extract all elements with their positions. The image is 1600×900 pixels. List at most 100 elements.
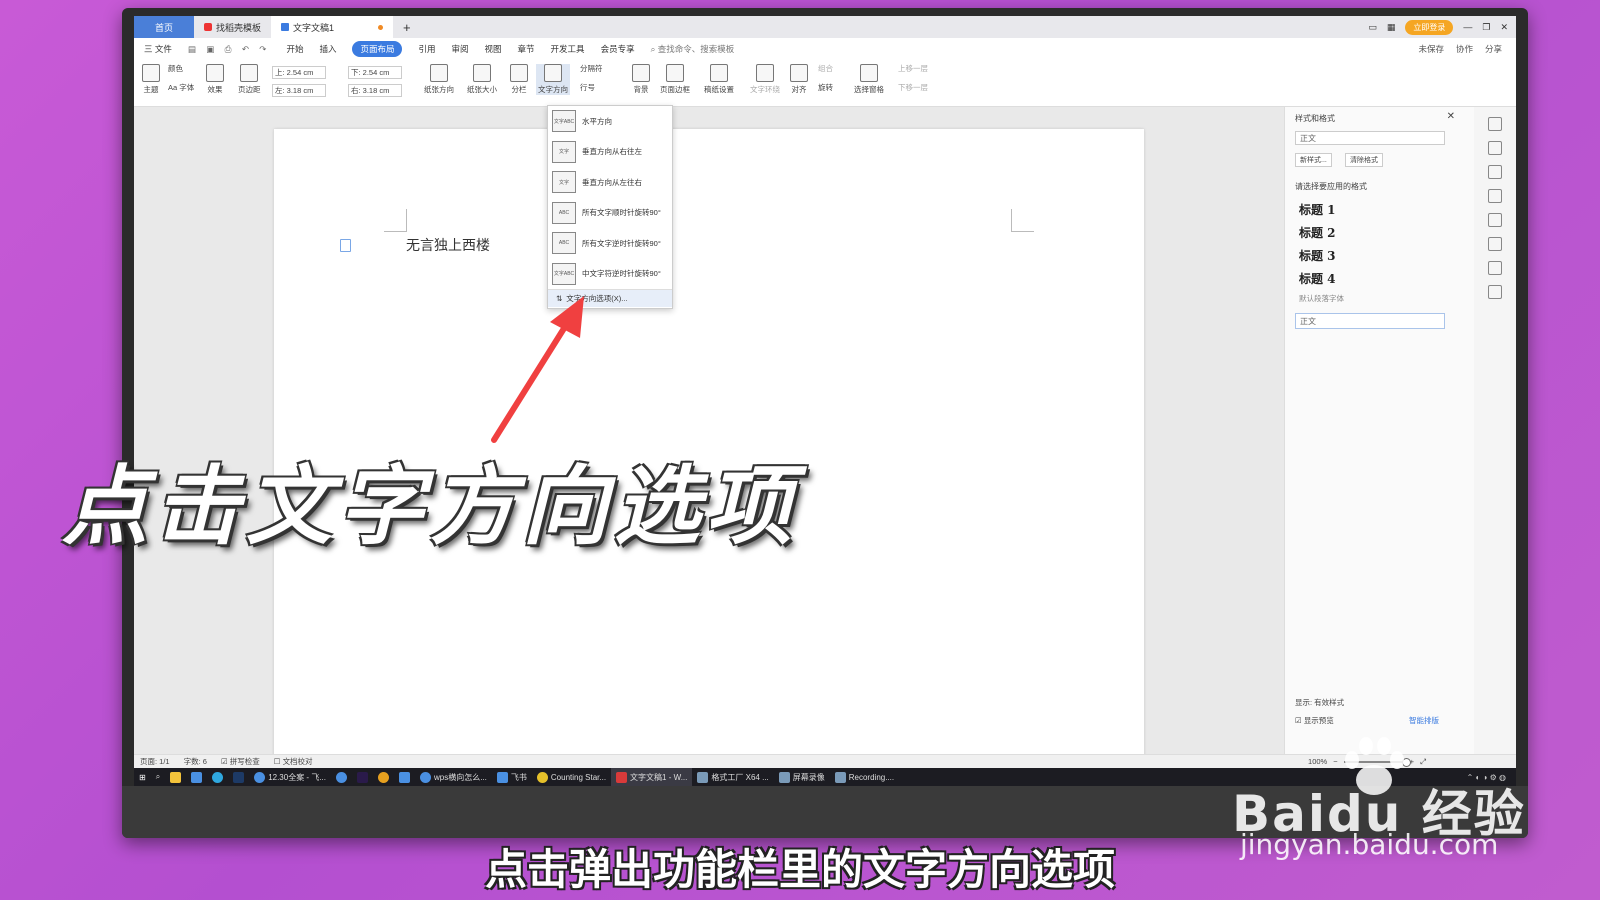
margin-bottom-field[interactable]: 下: 2.54 cm (348, 66, 402, 79)
dropdown-item-vertical-ltr[interactable]: 文字 垂直方向从左往右 (548, 167, 672, 198)
collaborate-button[interactable]: 协作 (1456, 43, 1473, 55)
share-button[interactable]: 分享 (1485, 43, 1502, 55)
browser-button[interactable] (207, 768, 228, 786)
search-button[interactable]: ⌕ (151, 768, 165, 786)
book-icon[interactable] (1488, 261, 1502, 275)
page-border-button[interactable]: 页面边框 (660, 64, 690, 95)
mail-button[interactable] (186, 768, 207, 786)
colors-button[interactable]: 颜色 (168, 63, 183, 74)
minimize-icon[interactable]: — (1463, 22, 1472, 32)
start-button[interactable]: ⊞ (134, 768, 151, 786)
layout-icon[interactable]: ▭ (1368, 22, 1377, 33)
tab-templates[interactable]: 找稻壳模板 (194, 16, 271, 38)
menu-page-layout[interactable]: 页面布局 (352, 41, 403, 57)
margins-button[interactable]: 页边距 (238, 64, 261, 95)
wrap-button[interactable]: 文字环绕 (750, 64, 780, 95)
tab-home[interactable]: 首页 (134, 16, 194, 38)
zoom-value[interactable]: 100% (1308, 757, 1327, 766)
pin-icon[interactable] (1488, 117, 1502, 131)
taskbar-item[interactable]: wps横向怎么... (415, 768, 492, 786)
document-text[interactable]: 无言独上西楼 (406, 235, 490, 255)
breaks-button[interactable]: 分隔符 (580, 63, 603, 74)
menu-developer[interactable]: 开发工具 (551, 43, 585, 55)
menu-view[interactable]: 视图 (485, 43, 502, 55)
menu-references[interactable]: 引用 (418, 43, 435, 55)
restore-icon[interactable]: ❐ (1482, 22, 1490, 33)
unsaved-button[interactable]: 未保存 (1418, 43, 1444, 55)
paragraph-handle-icon[interactable] (340, 239, 351, 252)
command-search[interactable]: ⌕ 查找命令、搜索模板 (651, 43, 735, 55)
current-style-select[interactable]: 正文 (1295, 131, 1445, 145)
new-style-button[interactable]: 新样式... (1295, 153, 1332, 167)
help-icon[interactable] (1488, 285, 1502, 299)
cursor-icon[interactable] (1488, 165, 1502, 179)
taskbar-item[interactable]: 格式工厂 X64 ... (692, 768, 773, 786)
file-menu[interactable]: 三 文件 (144, 43, 172, 55)
taskbar-item[interactable]: 文字文稿1 - W... (611, 768, 693, 786)
text-direction-button[interactable]: 文字方向 (536, 64, 570, 95)
premiere-button[interactable] (352, 768, 373, 786)
location-icon[interactable] (1488, 237, 1502, 251)
rotate-button[interactable]: 旋转 (818, 82, 833, 93)
style-heading-2[interactable]: 标题 2 (1295, 224, 1445, 244)
margin-right-field[interactable]: 右: 3.18 cm (348, 84, 402, 97)
margin-top-field[interactable]: 上: 2.54 cm (272, 66, 326, 79)
selection-pane-button[interactable]: 选择窗格 (854, 64, 884, 95)
align-button[interactable]: 对齐 (790, 64, 808, 95)
menu-member[interactable]: 会员专享 (601, 43, 635, 55)
style-heading-4[interactable]: 标题 4 (1295, 270, 1445, 290)
dropdown-item-rotate-cw[interactable]: ABC 所有文字顺时针旋转90° (548, 198, 672, 229)
size-button[interactable]: 纸张大小 (467, 64, 497, 95)
sliders-icon[interactable] (1488, 189, 1502, 203)
chrome-button[interactable] (373, 768, 394, 786)
show-styles-select[interactable]: 显示: 有效样式 (1295, 697, 1344, 708)
taskbar-item[interactable]: Counting Star... (532, 768, 611, 786)
login-button[interactable]: 立即登录 (1405, 19, 1454, 35)
dropdown-item-cjk-rotate[interactable]: 文字ABC 中文字符逆时针旋转90° (548, 259, 672, 290)
close-icon[interactable]: ✕ (1447, 111, 1455, 122)
clear-format-button[interactable]: 清除格式 (1345, 153, 1383, 167)
fonts-button[interactable]: Aa 字体 (168, 82, 194, 93)
word-count[interactable]: 字数: 6 (184, 756, 207, 767)
style-heading-3[interactable]: 标题 3 (1295, 247, 1445, 267)
style-heading-1[interactable]: 标题 1 (1295, 201, 1445, 221)
close-icon[interactable]: ✕ (1500, 22, 1508, 33)
bring-forward-button[interactable]: 上移一层 (898, 63, 928, 74)
background-button[interactable]: 背景 (632, 64, 650, 95)
image-icon[interactable] (1488, 213, 1502, 227)
menu-insert[interactable]: 插入 (319, 43, 336, 55)
taskbar-item[interactable]: Recording.... (830, 768, 899, 786)
taskbar-item[interactable]: 屏幕录像 (774, 768, 830, 786)
columns-button[interactable]: 分栏 (510, 64, 528, 95)
taskbar-item[interactable]: 12.30全案 - 飞... (249, 768, 331, 786)
theme-button[interactable]: 主题 (142, 64, 160, 95)
new-tab-button[interactable]: + (393, 16, 421, 38)
show-preview-checkbox[interactable]: ☑ 显示预览 (1295, 715, 1334, 726)
tab-document[interactable]: 文字文稿1 (271, 16, 394, 38)
orientation-button[interactable]: 纸张方向 (424, 64, 454, 95)
dropdown-item-rotate-ccw[interactable]: ABC 所有文字逆时针旋转90° (548, 228, 672, 259)
default-font-item[interactable]: 默认段落字体 (1299, 293, 1344, 304)
effects-button[interactable]: 效果 (206, 64, 224, 95)
taskbar-app[interactable] (331, 768, 352, 786)
photoshop-button[interactable] (228, 768, 249, 786)
smart-layout-button[interactable]: 智能排版 (1409, 715, 1439, 726)
taskbar-item[interactable]: 飞书 (492, 768, 532, 786)
styles-panel-title[interactable]: 样式和格式 (1295, 113, 1335, 124)
style-body[interactable]: 正文 (1295, 313, 1445, 329)
feishu-app-button[interactable] (394, 768, 415, 786)
margin-left-field[interactable]: 左: 3.18 cm (272, 84, 326, 97)
dropdown-item-horizontal[interactable]: 文字ABC 水平方向 (548, 106, 672, 137)
menu-chapter[interactable]: 章节 (518, 43, 535, 55)
proofread-toggle[interactable]: ☐ 文档校对 (274, 756, 313, 767)
group-button[interactable]: 组合 (818, 63, 833, 74)
line-numbers-button[interactable]: 行号 (580, 82, 595, 93)
file-explorer-button[interactable] (165, 768, 186, 786)
menu-review[interactable]: 审阅 (452, 43, 469, 55)
edit-icon[interactable] (1488, 141, 1502, 155)
manuscript-button[interactable]: 稿纸设置 (704, 64, 734, 95)
quick-access-icons[interactable]: ▤ ▣ ⎙ ↶ ↷ (188, 44, 271, 55)
grid-icon[interactable]: ▦ (1387, 22, 1396, 33)
fullscreen-icon[interactable]: ⤢ (1420, 757, 1426, 767)
menu-start[interactable]: 开始 (286, 43, 303, 55)
